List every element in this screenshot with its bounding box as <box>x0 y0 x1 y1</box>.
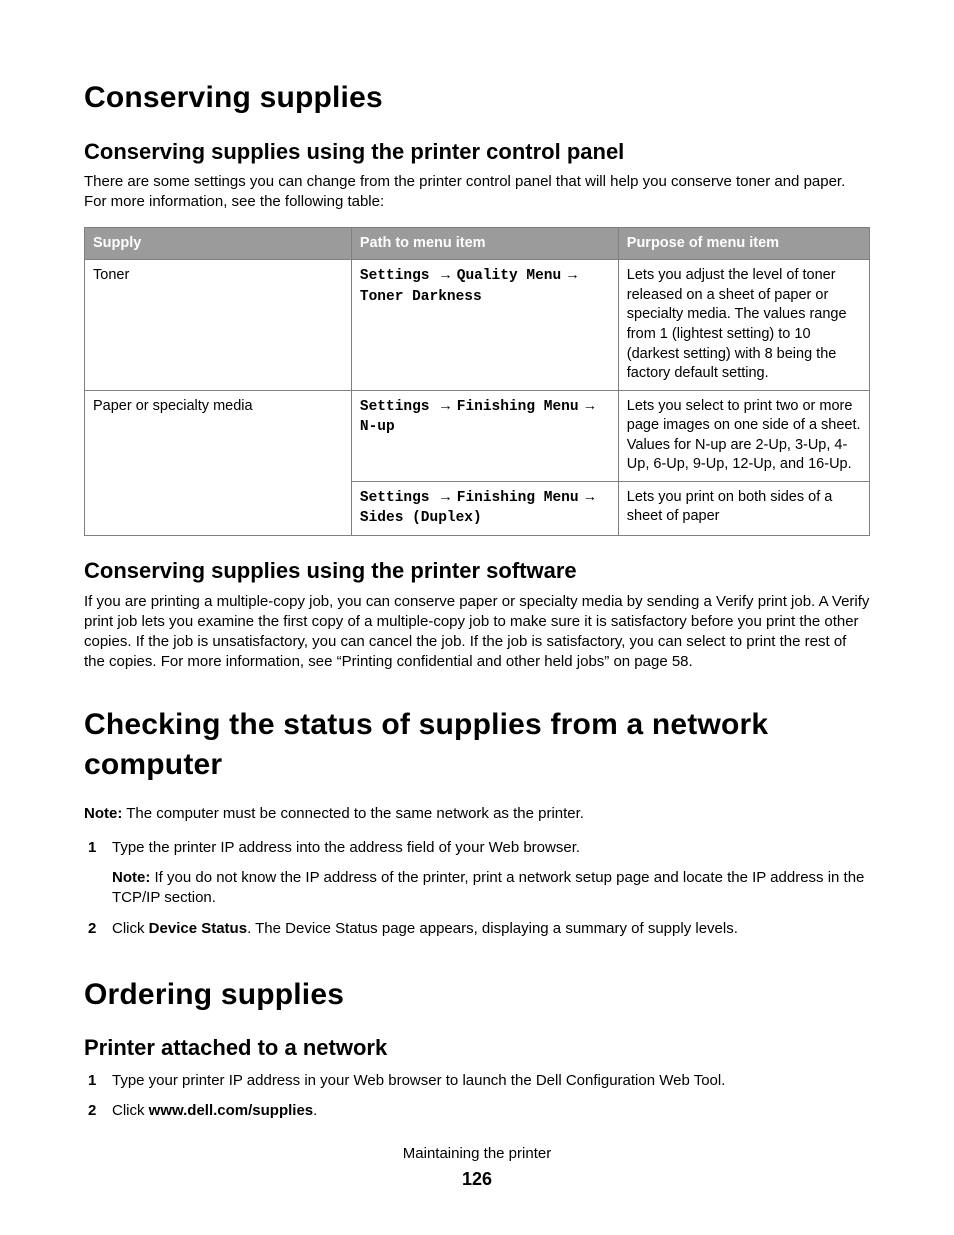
step-number: 2 <box>88 1101 96 1121</box>
table-header-row: Supply Path to menu item Purpose of menu… <box>85 227 870 260</box>
cell-purpose: Lets you select to print two or more pag… <box>618 390 869 481</box>
table-header: Path to menu item <box>351 227 618 260</box>
note: Note: The computer must be connected to … <box>84 804 870 824</box>
page-footer: Maintaining the printer 126 <box>0 1144 954 1191</box>
step: 1 Type the printer IP address into the a… <box>84 838 870 909</box>
cell-purpose: Lets you adjust the level of toner relea… <box>618 260 869 390</box>
cell-path: Settings → Finishing Menu → N-up <box>351 390 618 481</box>
step-text: Click <box>112 1102 149 1119</box>
step-bold: Device Status <box>149 920 247 937</box>
heading-conserving-supplies: Conserving supplies <box>84 78 870 119</box>
arrow-icon: → <box>579 489 598 505</box>
cell-path: Settings → Finishing Menu → Sides (Duple… <box>351 481 618 535</box>
step-number: 1 <box>88 1071 96 1091</box>
step-text: Type the printer IP address into the add… <box>112 839 580 856</box>
table-row: Paper or specialty media Settings → Fini… <box>85 390 870 481</box>
heading-checking-status: Checking the status of supplies from a n… <box>84 705 870 786</box>
step-text: Type your printer IP address in your Web… <box>112 1072 725 1089</box>
arrow-icon: → <box>438 489 457 505</box>
step-text: Click <box>112 920 149 937</box>
supplies-table: Supply Path to menu item Purpose of menu… <box>84 227 870 536</box>
cell-supply: Paper or specialty media <box>85 390 352 535</box>
arrow-icon: → <box>438 267 457 283</box>
step-bold: www.dell.com/supplies <box>149 1102 313 1119</box>
page-number: 126 <box>0 1167 954 1191</box>
cell-path: Settings → Quality Menu → Toner Darkness <box>351 260 618 390</box>
arrow-icon: → <box>438 398 457 414</box>
step: 2 Click Device Status. The Device Status… <box>84 919 870 939</box>
cell-purpose: Lets you print on both sides of a sheet … <box>618 481 869 535</box>
paragraph: If you are printing a multiple-copy job,… <box>84 592 870 673</box>
step-number: 2 <box>88 919 96 939</box>
table-header: Supply <box>85 227 352 260</box>
cell-supply: Toner <box>85 260 352 390</box>
steps-list: 1 Type your printer IP address in your W… <box>84 1071 870 1122</box>
heading-ordering: Ordering supplies <box>84 975 870 1016</box>
step: 2 Click www.dell.com/supplies. <box>84 1101 870 1121</box>
paragraph: There are some settings you can change f… <box>84 172 870 213</box>
heading-network-printer: Printer attached to a network <box>84 1033 870 1063</box>
table-header: Purpose of menu item <box>618 227 869 260</box>
step-text: . The Device Status page appears, displa… <box>247 920 738 937</box>
heading-software: Conserving supplies using the printer so… <box>84 556 870 586</box>
footer-section: Maintaining the printer <box>0 1144 954 1164</box>
arrow-icon: → <box>561 267 580 283</box>
steps-list: 1 Type the printer IP address into the a… <box>84 838 870 939</box>
sub-note: Note: If you do not know the IP address … <box>112 868 870 909</box>
heading-control-panel: Conserving supplies using the printer co… <box>84 137 870 167</box>
table-row: Toner Settings → Quality Menu → Toner Da… <box>85 260 870 390</box>
step: 1 Type your printer IP address in your W… <box>84 1071 870 1091</box>
step-number: 1 <box>88 838 96 858</box>
step-text: . <box>313 1102 317 1119</box>
document-page: Conserving supplies Conserving supplies … <box>0 0 954 1235</box>
arrow-icon: → <box>579 398 598 414</box>
